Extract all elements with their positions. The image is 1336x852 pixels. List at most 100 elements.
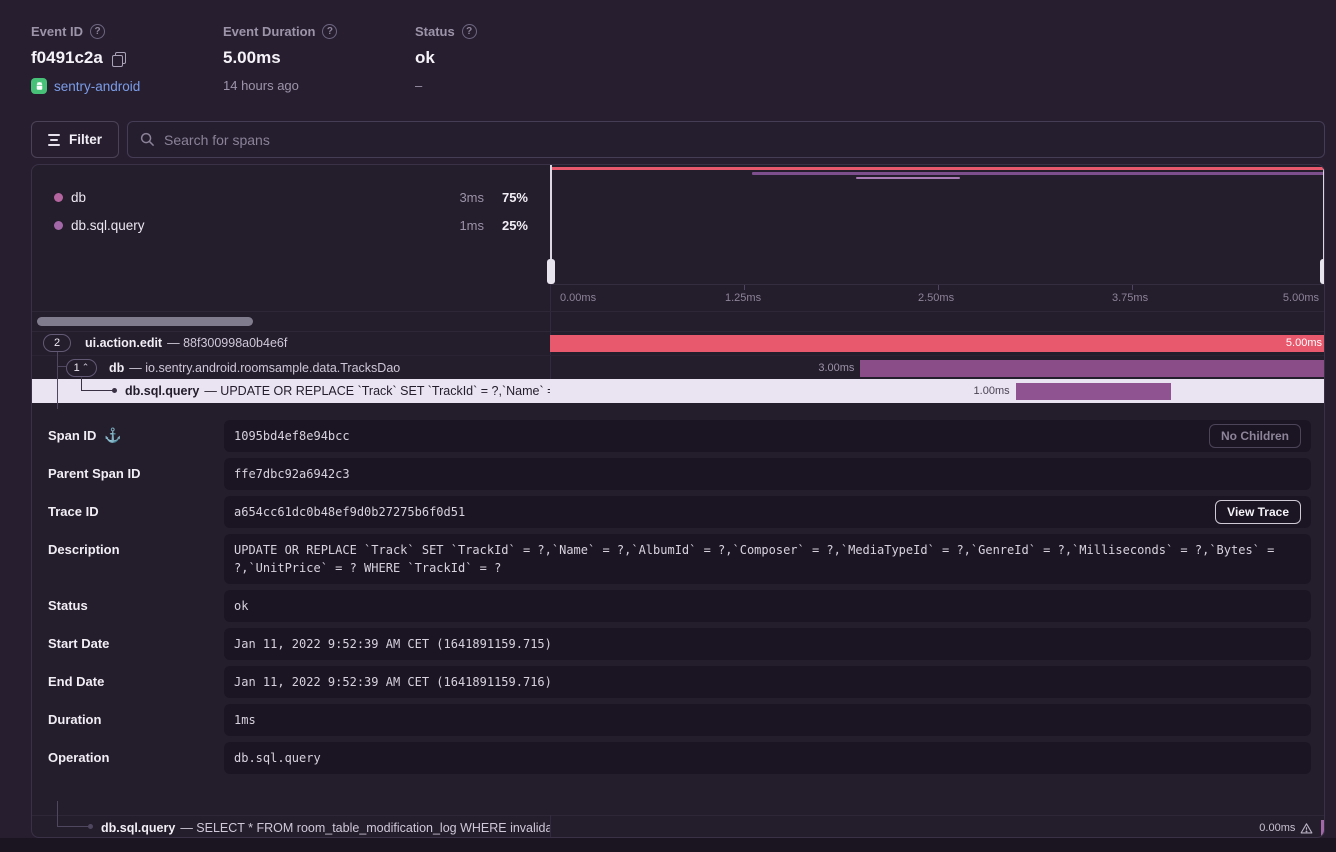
span-row-db-sql-query-selected[interactable]: db.sql.query — UPDATE OR REPLACE `Track`… [32,379,1325,403]
android-icon [31,78,47,94]
trace-view-panel: db 3ms 75% db.sql.query 1ms 25% 0.00ms [31,164,1325,838]
duration-value: 1ms [224,704,1311,736]
span-op: ui.action.edit [85,336,162,350]
span-duration: 1.00ms [974,379,1010,403]
event-id-block: Event ID ? f0491c2a sentry-android [31,24,140,94]
span-description: — 88f300998a0b4e6f [167,336,287,350]
span-detail-page: Event ID ? f0491c2a sentry-android Event… [0,0,1336,852]
description-value: UPDATE OR REPLACE `Track` SET `TrackId` … [224,534,1311,584]
event-duration-label: Event Duration [223,24,315,39]
detail-value: 1095bd4ef8e94bcc [234,429,350,443]
span-children-badge[interactable]: 2 [43,334,71,352]
span-row-ui-action-edit[interactable]: ui.action.edit — 88f300998a0b4e6f 2 5.00… [32,331,1325,355]
end-date-value: Jan 11, 2022 9:52:39 AM CET (1641891159.… [224,666,1311,698]
legend-item-db[interactable]: db 3ms 75% [32,183,550,211]
status-value: ok [415,48,435,68]
status-label: Status [415,24,455,39]
detail-label: Duration [48,712,101,727]
tree-scrollbar[interactable] [32,312,550,331]
warning-icon [1300,822,1313,835]
event-age: 14 hours ago [223,78,299,93]
minimap-left-handle[interactable] [547,259,555,284]
axis-label-1: 1.25ms [725,292,761,304]
span-id-value: 1095bd4ef8e94bcc No Children [224,420,1311,452]
legend-op-name: db.sql.query [71,218,145,233]
detail-label: Trace ID [48,504,99,519]
span-row-db-sql-query-select[interactable]: db.sql.query — SELECT * FROM room_table_… [32,815,1325,838]
detail-value: ok [234,599,248,613]
search-input[interactable] [164,132,1312,148]
axis-label-4: 5.00ms [1283,292,1319,304]
tree-connector-dot [88,824,93,829]
event-duration-value: 5.00ms [223,48,281,68]
span-duration: 0.00ms [1259,822,1295,834]
axis-label-0: 0.00ms [560,292,596,304]
status-sub: – [415,78,422,93]
span-details-section: Span ID ⚓ 1095bd4ef8e94bcc No Children P… [32,409,1325,801]
span-description: — io.sentry.android.roomsample.data.Trac… [129,361,400,375]
legend-dot [54,221,63,230]
detail-value: a654cc61dc0b48ef9d0b27275b6f0d51 [234,505,465,519]
span-description: — UPDATE OR REPLACE `Track` SET `TrackId… [204,384,550,398]
minimap-span-db-sql-query [856,177,960,179]
start-date-value: Jan 11, 2022 9:52:39 AM CET (1641891159.… [224,628,1311,660]
help-icon[interactable]: ? [462,24,477,39]
axis-tick [744,285,745,290]
span-row-db[interactable]: db — io.sentry.android.roomsample.data.T… [32,355,1325,379]
view-trace-button[interactable]: View Trace [1215,500,1301,524]
legend-op-name: db [71,190,86,205]
detail-value: ffe7dbc92a6942c3 [234,467,350,481]
detail-value: db.sql.query [234,751,321,765]
legend-percent: 75% [502,190,528,205]
operation-value: db.sql.query [224,742,1311,774]
anchor-icon[interactable]: ⚓ [104,427,121,444]
span-bar[interactable] [550,335,1325,352]
tree-connector-dot [112,388,117,393]
status-block: Status ? ok – [415,24,477,93]
tree-connector-elbow [81,390,114,391]
filter-button[interactable]: Filter [31,121,119,158]
children-count: 1 [74,362,80,374]
detail-label: Operation [48,750,109,765]
span-bar[interactable] [1321,820,1325,837]
legend-item-db-sql-query[interactable]: db.sql.query 1ms 25% [32,211,550,239]
trace-id-value: a654cc61dc0b48ef9d0b27275b6f0d51 View Tr… [224,496,1311,528]
span-bar[interactable] [860,360,1325,377]
copy-icon[interactable] [112,52,125,65]
axis-label-3: 3.75ms [1112,292,1148,304]
axis-tick [1132,285,1133,290]
project-link[interactable]: sentry-android [54,79,140,94]
span-duration: 3.00ms [818,356,854,380]
search-icon [140,132,155,147]
span-op: db.sql.query [125,384,199,398]
minimap-span-db [752,172,1325,175]
legend-percent: 25% [502,218,528,233]
tree-connector-elbow [57,366,66,367]
help-icon[interactable]: ? [90,24,105,39]
legend-duration: 1ms [459,218,484,233]
span-description: — SELECT * FROM room_table_modification_… [180,821,550,835]
no-children-button[interactable]: No Children [1209,424,1301,448]
detail-label: Parent Span ID [48,466,140,481]
span-bar[interactable] [1016,383,1171,400]
chevron-up-icon: ⌃ [82,362,90,373]
event-id-label-row: Event ID ? [31,24,140,39]
trace-minimap[interactable] [550,165,1325,284]
minimap-right-handle[interactable] [1320,259,1325,284]
span-duration: 5.00ms [1286,331,1322,355]
span-search[interactable] [127,121,1325,158]
status-detail-value: ok [224,590,1311,622]
span-children-badge[interactable]: 1 ⌃ [66,359,97,377]
children-count: 2 [54,337,60,349]
legend-duration: 3ms [459,190,484,205]
help-icon[interactable]: ? [322,24,337,39]
page-footer-strip [0,838,1336,852]
scrollbar-thumb[interactable] [37,317,253,326]
event-duration-block: Event Duration ? 5.00ms 14 hours ago [223,24,337,93]
detail-label: Status [48,598,88,613]
detail-label: End Date [48,674,104,689]
timeline-divider [550,815,551,838]
filter-icon [48,134,60,146]
legend-dot [54,193,63,202]
detail-value: Jan 11, 2022 9:52:39 AM CET (1641891159.… [234,637,552,651]
